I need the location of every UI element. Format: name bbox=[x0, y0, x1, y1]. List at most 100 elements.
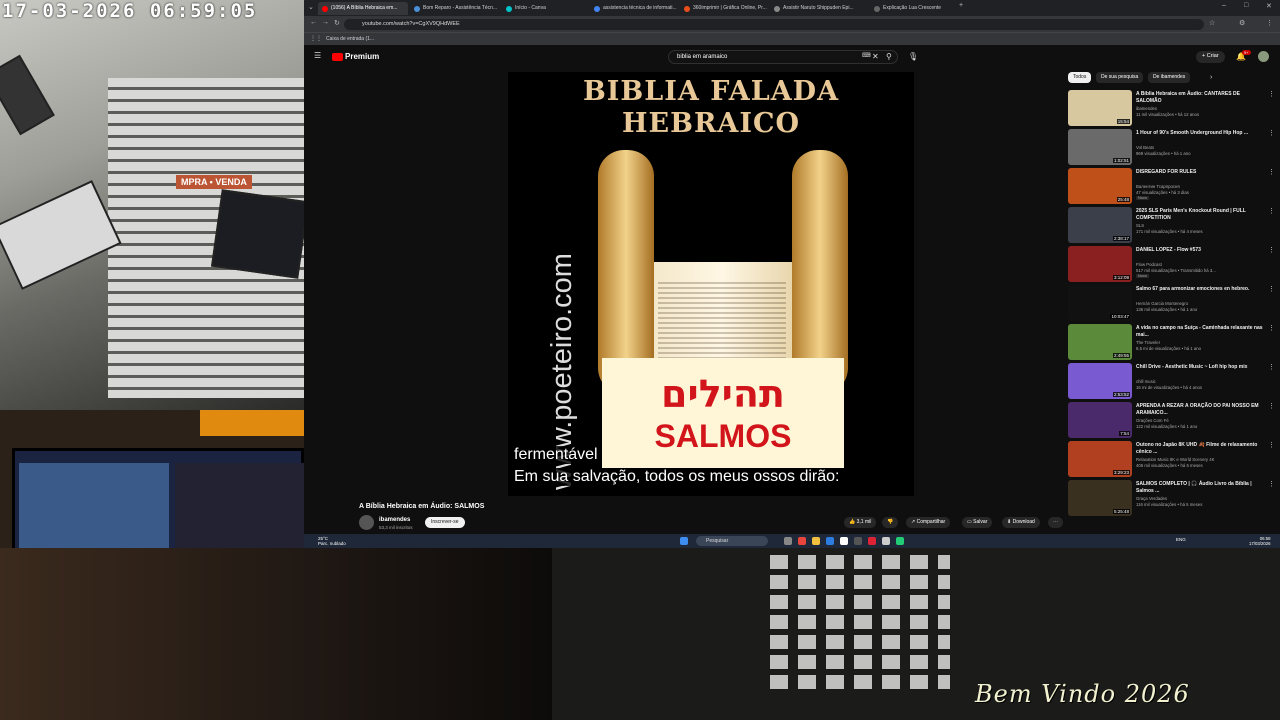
weather-widget[interactable]: 25°C Parc. nublado bbox=[318, 536, 346, 546]
recommendation-item[interactable]: 25:48 DISREGARD FOR RULES Валентин Тсарпро… bbox=[1068, 168, 1275, 204]
recommendation-item[interactable]: 15:54 A Bíblia Hebraica em Áudio: CANTARE… bbox=[1068, 90, 1275, 126]
more-options-icon[interactable]: ⋮ bbox=[1268, 441, 1275, 449]
store-icon[interactable] bbox=[840, 537, 848, 545]
subscribe-button[interactable]: Inscrever-se bbox=[425, 517, 465, 528]
chip-from-search[interactable]: De sua pesquisa bbox=[1096, 72, 1144, 83]
recommendation-item[interactable]: 2:38:17 2025 SLS Paris Men's Knockout Rou… bbox=[1068, 207, 1275, 243]
share-button[interactable]: ↗ Compartilhar bbox=[906, 517, 951, 528]
youtube-logo-text[interactable]: Premium bbox=[345, 52, 379, 61]
welcome-overlay-text: Bem Vindo 2026 bbox=[975, 680, 1190, 708]
search-icon[interactable]: ⚲ bbox=[886, 52, 892, 61]
channel-name[interactable]: ibamendes bbox=[379, 517, 410, 523]
more-options-icon[interactable]: ⋮ bbox=[1268, 324, 1275, 332]
recommendation-thumbnail[interactable]: 2:53:52 bbox=[1068, 363, 1132, 399]
recommendation-item[interactable]: 5:25:48 SALMOS COMPLETO | 🎧 Áudio Livro d… bbox=[1068, 480, 1275, 516]
app-icon-2[interactable] bbox=[868, 537, 876, 545]
hamburger-icon[interactable]: ☰ bbox=[314, 51, 321, 60]
forward-icon[interactable]: → bbox=[322, 19, 329, 26]
browser-tab[interactable]: Bom Reparo - Assistência Técn... bbox=[410, 2, 500, 15]
url-field[interactable]: youtube.com/watch?v=CgXV9QHdWEE bbox=[344, 19, 1204, 30]
recommendation-thumbnail[interactable]: 15:54 bbox=[1068, 90, 1132, 126]
tab-search-icon[interactable]: ⌄ bbox=[308, 3, 314, 11]
browser-tab[interactable]: Início - Canva bbox=[502, 2, 592, 15]
recommendation-channel: Graça Verdades bbox=[1136, 496, 1168, 501]
more-options-icon[interactable]: ⋮ bbox=[1268, 207, 1275, 215]
more-actions-button[interactable]: ⋯ bbox=[1048, 517, 1063, 528]
save-button[interactable]: ▭ Salvar bbox=[962, 517, 993, 528]
recommendation-item[interactable]: 2:53:52 Chill Drive - Aesthetic Music ~ L… bbox=[1068, 363, 1275, 399]
browser-tab[interactable]: Explicação Lua Crescente bbox=[870, 2, 952, 15]
taskbar-clock[interactable]: 06:58 17/03/2026 bbox=[1249, 536, 1271, 546]
recommendation-thumbnail[interactable]: 3:29:23 bbox=[1068, 441, 1132, 477]
recommendation-item[interactable]: 2:49:55 A vida no campo na Suíça - Caminh… bbox=[1068, 324, 1275, 360]
app-icon-1[interactable] bbox=[854, 537, 862, 545]
like-button[interactable]: 👍 3,1 mil bbox=[844, 517, 877, 528]
star-icon[interactable]: ☆ bbox=[1209, 19, 1215, 27]
bookmark-inbox[interactable]: Caixa de entrada (1... bbox=[326, 36, 374, 42]
file-explorer-icon[interactable] bbox=[812, 537, 820, 545]
chevron-right-icon[interactable]: › bbox=[1210, 74, 1212, 81]
browser-tab[interactable]: (1056) A Bíblia Hebraica em... bbox=[318, 2, 408, 15]
recommendation-item[interactable]: 3:29:23 Outono no Japão 8K UHD 🍂 Filme de… bbox=[1068, 441, 1275, 477]
apps-icon[interactable]: ⋮⋮ bbox=[310, 35, 322, 42]
recommendation-thumbnail[interactable]: 2:49:55 bbox=[1068, 324, 1132, 360]
duration-badge: 15:54 bbox=[1116, 119, 1130, 124]
recommendation-thumbnail[interactable]: 2:38:17 bbox=[1068, 207, 1132, 243]
new-badge: Novo bbox=[1136, 274, 1149, 278]
shop-sign: MPRA • VENDA bbox=[176, 175, 252, 189]
taskbar-lang[interactable]: ENG bbox=[1176, 537, 1186, 542]
recommendation-item[interactable]: 10:03:47 Salmo 67 para armonizar emocione… bbox=[1068, 285, 1275, 321]
menu-icon[interactable]: ⋮ bbox=[1266, 19, 1273, 27]
youtube-logo-icon[interactable] bbox=[332, 53, 343, 61]
more-options-icon[interactable]: ⋮ bbox=[1268, 402, 1275, 410]
more-options-icon[interactable]: ⋮ bbox=[1268, 168, 1275, 176]
recommendation-item[interactable]: 3:12:09 DANIEL LOPEZ - Flow #573 Flow Podc… bbox=[1068, 246, 1275, 282]
more-options-icon[interactable]: ⋮ bbox=[1268, 246, 1275, 254]
more-options-icon[interactable]: ⋮ bbox=[1268, 480, 1275, 488]
chip-all[interactable]: Todos bbox=[1068, 72, 1092, 83]
more-options-icon[interactable]: ⋮ bbox=[1268, 129, 1275, 137]
chrome-icon[interactable] bbox=[798, 537, 806, 545]
minimize-button[interactable]: – bbox=[1222, 2, 1226, 9]
app-icon-3[interactable] bbox=[882, 537, 890, 545]
extensions-icon[interactable]: ⚙ bbox=[1239, 19, 1245, 27]
recommendation-thumbnail[interactable]: 1:02:51 bbox=[1068, 129, 1132, 165]
bookmarks-bar: ⋮⋮ Caixa de entrada (1... bbox=[304, 32, 1280, 45]
more-options-icon[interactable]: ⋮ bbox=[1268, 285, 1275, 293]
back-icon[interactable]: ← bbox=[310, 19, 317, 26]
channel-avatar[interactable] bbox=[359, 515, 374, 530]
dislike-button[interactable]: 👎 bbox=[882, 517, 899, 528]
maximize-button[interactable]: □ bbox=[1244, 2, 1248, 9]
recommendation-thumbnail[interactable]: 25:48 bbox=[1068, 168, 1132, 204]
browser-tab[interactable]: assistencia técnica de informati... bbox=[590, 2, 680, 15]
mic-icon[interactable]: 🎙 bbox=[908, 52, 918, 61]
start-icon[interactable] bbox=[680, 537, 688, 545]
close-window-button[interactable]: ✕ bbox=[1266, 2, 1272, 10]
create-button[interactable]: + Criar bbox=[1196, 51, 1225, 63]
clear-search-icon[interactable]: ✕ bbox=[872, 52, 879, 61]
recommendation-thumbnail[interactable]: 5:25:48 bbox=[1068, 480, 1132, 516]
chip-from-channel[interactable]: De ibamendes bbox=[1148, 72, 1191, 83]
recommendation-item[interactable]: 1:02:51 1 Hour of 90's Smooth Underground… bbox=[1068, 129, 1275, 165]
edge-icon[interactable] bbox=[826, 537, 834, 545]
recommendation-thumbnail[interactable]: 7:54 bbox=[1068, 402, 1132, 438]
download-button[interactable]: ⬇ Download bbox=[1002, 517, 1040, 528]
recommendation-thumbnail[interactable]: 3:12:09 bbox=[1068, 246, 1132, 282]
taskbar-search[interactable]: Pesquisar bbox=[696, 536, 768, 546]
new-tab-button[interactable]: + bbox=[959, 2, 963, 9]
browser-tab[interactable]: Assistir Naruto Shippuden Epi... bbox=[770, 2, 860, 15]
wall-sign bbox=[200, 410, 304, 436]
account-avatar[interactable] bbox=[1258, 51, 1269, 62]
keyboard-icon[interactable]: ⌨ bbox=[862, 52, 871, 59]
task-view-icon[interactable] bbox=[784, 537, 792, 545]
more-options-icon[interactable]: ⋮ bbox=[1268, 90, 1275, 98]
recommendation-thumbnail[interactable]: 10:03:47 bbox=[1068, 285, 1132, 321]
browser-tab[interactable]: 360imprimir | Gráfica Online, Pr... bbox=[680, 2, 770, 15]
app-icon-4[interactable] bbox=[896, 537, 904, 545]
video-player[interactable]: BIBLIA FALADA HEBRAICO www.poeteiro.com … bbox=[508, 72, 914, 496]
window-grid-bars bbox=[770, 555, 950, 695]
recommendation-meta: 406 mil visualizações • há 5 meses bbox=[1136, 463, 1203, 468]
more-options-icon[interactable]: ⋮ bbox=[1268, 363, 1275, 371]
recommendation-item[interactable]: 7:54 APRENDA A REZAR A ORAÇÃO DO PAI NOSS… bbox=[1068, 402, 1275, 438]
reload-icon[interactable]: ↻ bbox=[334, 19, 340, 27]
